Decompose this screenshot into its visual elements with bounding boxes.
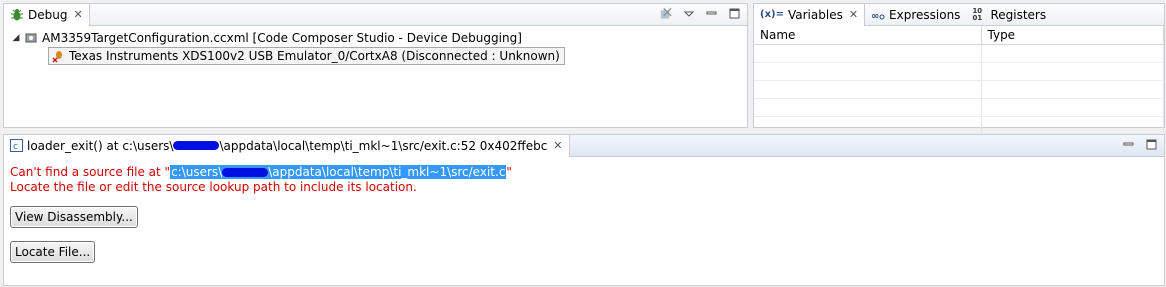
tab-variables[interactable]: (x)= Variables ✕ (754, 3, 866, 26)
tree-root-label: AM3359TargetConfiguration.ccxml [Code Co… (42, 31, 522, 45)
editor-tabbar: c loader_exit() at c:\users\ \appdata\lo… (4, 134, 1164, 157)
close-icon[interactable]: ✕ (73, 9, 82, 20)
expand-caret-icon[interactable]: ◢ (10, 33, 22, 43)
view-disassembly-row: View Disassembly... (10, 206, 1158, 228)
tree-root-row[interactable]: ◢ AM3359TargetConfiguration.ccxml [Code … (10, 29, 741, 47)
column-header-name[interactable]: Name (754, 26, 982, 45)
table-row (754, 116, 1164, 135)
editor-body: Can't find a source file at "c:\users\ \a… (4, 157, 1164, 267)
error-line-2: Locate the file or edit the source looku… (10, 180, 417, 194)
remove-terminated-icon[interactable] (659, 7, 672, 20)
minimize-icon[interactable] (1122, 138, 1135, 151)
tab-debug[interactable]: Debug ✕ (4, 3, 90, 26)
close-icon[interactable]: ✕ (849, 9, 858, 20)
tab-variables-label: Variables (787, 7, 843, 22)
error-prefix: Can't find a source file at " (10, 165, 171, 179)
redaction-mark (173, 141, 220, 150)
minimize-icon[interactable] (705, 7, 718, 20)
close-icon[interactable]: ✕ (553, 140, 562, 151)
tab-editor-file[interactable]: c loader_exit() at c:\users\ \appdata\lo… (4, 134, 570, 157)
error-line-1: Can't find a source file at "c:\users\ \a… (10, 165, 1158, 180)
editor-tab-label: loader_exit() at c:\users\ (27, 138, 174, 153)
svg-text:∞: ∞ (871, 11, 879, 21)
debug-view: Debug ✕ ◢ AM3359TargetConfiguration.ccxm… (3, 3, 748, 128)
editor-tab-label-suffix: \appdata\local\temp\ti_mkl~1\src/exit.c:… (219, 138, 548, 153)
expressions-icon: ∞ (871, 9, 885, 21)
tab-registers-label: Registers (990, 7, 1047, 22)
maximize-icon[interactable] (728, 7, 741, 20)
locate-file-button[interactable]: Locate File... (10, 241, 96, 263)
editor-window-controls (1122, 138, 1158, 151)
table-row (754, 44, 1164, 63)
view-menu-icon[interactable] (682, 7, 695, 20)
editor-view: c loader_exit() at c:\users\ \appdata\lo… (3, 134, 1165, 286)
variables-view: (x)= Variables ✕ ∞ Expressions 10 01 Regi… (753, 3, 1165, 135)
disconnected-emulator-icon (51, 49, 65, 63)
table-row (754, 80, 1164, 99)
error-suffix: " (506, 165, 512, 179)
table-row (754, 62, 1164, 81)
debug-window-controls (659, 7, 741, 20)
tab-expressions[interactable]: ∞ Expressions (865, 4, 966, 26)
maximize-icon[interactable] (1145, 138, 1158, 151)
selected-tree-node[interactable]: Texas Instruments XDS100v2 USB Emulator_… (48, 47, 565, 65)
error-path-end: \appdata\local\temp\ti_mkl~1\src/exit.c (268, 165, 506, 179)
variables-icon: (x)= (760, 9, 784, 20)
debug-tree: ◢ AM3359TargetConfiguration.ccxml [Code … (4, 26, 747, 68)
locate-file-row: Locate File... (10, 241, 1158, 263)
redaction-mark (222, 168, 269, 177)
table-row (754, 98, 1164, 117)
svg-text:c: c (13, 142, 18, 152)
bug-icon (10, 8, 24, 22)
registers-icon: 10 01 (972, 6, 983, 22)
tree-child-label: Texas Instruments XDS100v2 USB Emulator_… (69, 49, 560, 63)
column-header-type[interactable]: Type (981, 26, 1164, 45)
tab-expressions-label: Expressions (889, 7, 961, 22)
target-configuration-icon (24, 31, 38, 45)
tree-child-row[interactable]: Texas Instruments XDS100v2 USB Emulator_… (10, 47, 741, 65)
error-path-start: c:\users\ (171, 165, 223, 179)
debug-tabbar: Debug ✕ (4, 3, 747, 26)
selected-file-path[interactable]: c:\users\ \appdata\local\temp\ti_mkl~1\sr… (170, 165, 507, 179)
tab-debug-label: Debug (28, 7, 68, 22)
c-file-icon: c (10, 139, 23, 152)
variables-table: Name Type (754, 26, 1164, 135)
view-disassembly-button[interactable]: View Disassembly... (10, 206, 138, 228)
tab-registers[interactable]: 10 01 Registers (966, 4, 1052, 26)
variables-tabbar: (x)= Variables ✕ ∞ Expressions 10 01 Regi… (754, 3, 1164, 26)
